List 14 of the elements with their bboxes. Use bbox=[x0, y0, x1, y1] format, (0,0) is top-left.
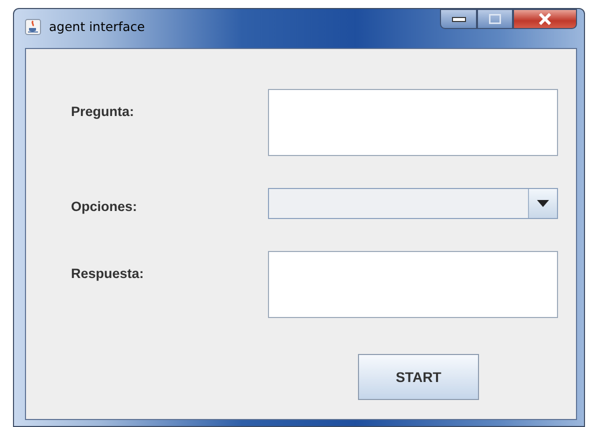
start-button[interactable]: START bbox=[358, 354, 479, 400]
cup-icon bbox=[25, 19, 41, 35]
close-icon bbox=[538, 13, 552, 25]
minimize-button[interactable] bbox=[440, 9, 477, 29]
maximize-icon bbox=[489, 14, 501, 24]
close-button[interactable] bbox=[513, 9, 577, 29]
minimize-icon bbox=[452, 16, 466, 22]
field-label: Opciones: bbox=[71, 199, 138, 214]
dropdown-field[interactable] bbox=[268, 188, 558, 219]
field-label: Pregunta: bbox=[71, 104, 134, 119]
caret-icon bbox=[537, 200, 549, 207]
maximize-button[interactable] bbox=[477, 9, 513, 29]
window-title: agent interface bbox=[49, 19, 146, 34]
field-label: Respuesta: bbox=[71, 266, 144, 281]
